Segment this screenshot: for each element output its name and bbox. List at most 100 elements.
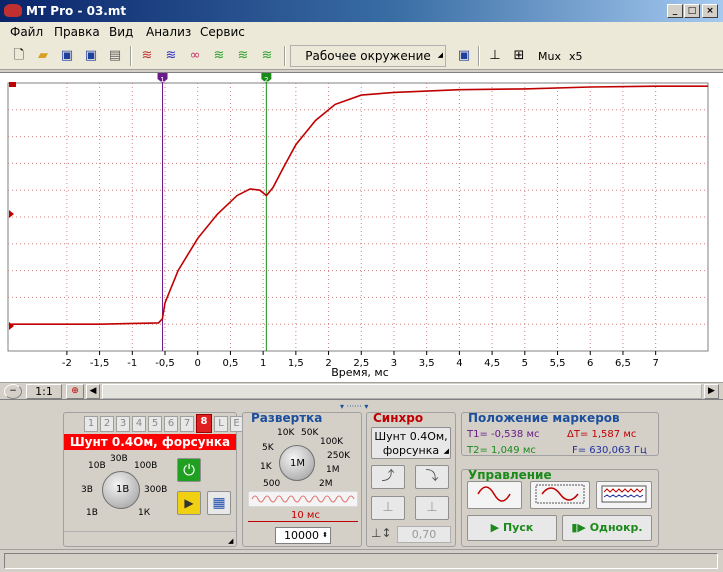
- channel-button-8[interactable]: 8: [196, 414, 212, 433]
- save-environment-icon[interactable]: ▣: [455, 47, 473, 65]
- x-tick-label: 4: [456, 358, 462, 369]
- print-icon[interactable]: ▤: [106, 47, 124, 65]
- sync-panel: Синхро Шунт 0.4Ом, форсунка ◢ ⤴ ⤵ ⊥ ⊥ ⊥↕ …: [366, 411, 456, 547]
- zoom-in-icon[interactable]: ⊕: [66, 384, 84, 399]
- marker-2-label: 2: [264, 76, 268, 84]
- menu-edit[interactable]: Правка: [54, 25, 100, 39]
- channel-button-6[interactable]: 6: [164, 416, 178, 432]
- control-panel: Управление ▶ Пуск ▮▶ Однокр.: [461, 468, 659, 547]
- menu-file[interactable]: Файл: [10, 25, 43, 39]
- waves-mix-icon[interactable]: ≋: [162, 47, 180, 65]
- splitter-handle[interactable]: ▾ ······ ▾: [340, 402, 368, 411]
- x-tick-label: 1,5: [288, 358, 304, 369]
- trigger-mode-b-icon[interactable]: ⊥: [415, 496, 449, 520]
- sync-source-button[interactable]: Шунт 0.4Ом, форсунка ◢: [371, 427, 451, 459]
- menu-view[interactable]: Вид: [109, 25, 133, 39]
- zoom-out-icon[interactable]: −: [4, 384, 22, 399]
- x5-label[interactable]: x5: [569, 50, 583, 63]
- save-as-icon[interactable]: ▣: [82, 47, 100, 65]
- maximize-button[interactable]: □: [684, 4, 700, 18]
- trigger-rising-icon[interactable]: ⤴: [371, 465, 405, 489]
- trigger-level-icon[interactable]: ⊥↕: [371, 526, 393, 544]
- time-scrollbar[interactable]: − 1:1 ⊕ ◀ ▶: [0, 382, 723, 399]
- markers-title: Положение маркеров: [468, 411, 620, 425]
- trigger-falling-icon[interactable]: ⤵: [415, 465, 449, 489]
- samples-value: 10000: [284, 529, 319, 542]
- timebase-label-2m: 2M: [319, 479, 333, 489]
- oscillogram-plot[interactable]: -2 -1,5 -1 -0,5 0 0,5 1 1,5 2 2,5 3 3,5 4 4,5 5 5,5 6 6,5…: [0, 72, 723, 382]
- channel-top-marker[interactable]: [9, 82, 16, 87]
- play-filter-icon[interactable]: ▶: [177, 491, 201, 515]
- channel-button-3[interactable]: 3: [116, 416, 130, 432]
- timebase-label-1k: 1K: [260, 462, 272, 472]
- waves-marker2-icon[interactable]: ≋: [258, 47, 276, 65]
- x-tick-label: 5: [522, 358, 528, 369]
- environment-dropdown[interactable]: Рабочее окружение ◢: [290, 45, 446, 67]
- timebase-label-50k: 50K: [301, 428, 319, 438]
- samples-spin-icon[interactable]: ⬍: [322, 528, 328, 543]
- new-file-icon[interactable]: 🗋: [10, 47, 28, 65]
- trigger-mode-a-icon[interactable]: ⊥: [371, 496, 405, 520]
- x-axis-label: Время, мс: [331, 366, 389, 379]
- scroll-thumb[interactable]: [102, 384, 702, 399]
- single-label: Однокр.: [589, 521, 643, 534]
- dropdown-arrow-icon: ◢: [437, 51, 443, 59]
- marker-t1: T1= -0,538 мс: [467, 429, 540, 440]
- power-icon[interactable]: ⏻: [177, 458, 201, 482]
- trigger-level-input[interactable]: 0,70: [397, 526, 451, 543]
- timebase-label-500: 500: [263, 479, 281, 489]
- timebase-label-100k: 100K: [320, 437, 344, 447]
- channel-button-l[interactable]: L: [214, 416, 228, 432]
- channel-expand-icon[interactable]: ◢: [228, 537, 233, 545]
- align-icon[interactable]: ⊞: [510, 47, 528, 65]
- x-tick-label: -2: [62, 358, 72, 369]
- timebase-label-5k: 5K: [262, 443, 274, 453]
- plot-canvas[interactable]: -2 -1,5 -1 -0,5 0 0,5 1 1,5 2 2,5 3 3,5 4 4,5 5 5,5 6 6,5…: [0, 73, 723, 383]
- toolbar-separator: [130, 46, 132, 66]
- waves-check-icon[interactable]: ≋: [210, 47, 228, 65]
- measure-icon[interactable]: ⊥: [486, 47, 504, 65]
- close-button[interactable]: ×: [702, 4, 718, 18]
- channel-button-4[interactable]: 4: [132, 416, 146, 432]
- zoom-ratio[interactable]: 1:1: [26, 384, 62, 399]
- x-tick-label: 3: [391, 358, 397, 369]
- channel-button-1[interactable]: 1: [84, 416, 98, 432]
- single-button[interactable]: ▮▶ Однокр.: [562, 515, 652, 541]
- start-button[interactable]: ▶ Пуск: [467, 515, 557, 541]
- trigger-level-value: 0,70: [411, 528, 437, 541]
- save-icon[interactable]: ▣: [58, 47, 76, 65]
- samples-input[interactable]: 10000 ⬍: [275, 527, 331, 544]
- waves-icon[interactable]: ≋: [138, 47, 156, 65]
- channel-button-2[interactable]: 2: [100, 416, 114, 432]
- mode-recorder-button[interactable]: [596, 481, 652, 509]
- markers-panel: Положение маркеров T1= -0,538 мс T2= 1,0…: [461, 411, 659, 456]
- status-bar: [0, 549, 723, 572]
- scroll-right-icon[interactable]: ▶: [704, 384, 719, 399]
- channel-name: Шунт 0.4Ом, форсунка: [64, 434, 236, 450]
- title-bar: MT Pro - 03.mt _ □ ×: [0, 0, 723, 22]
- menu-analysis[interactable]: Анализ: [146, 25, 191, 39]
- mode-window-button[interactable]: [530, 481, 590, 509]
- scroll-left-icon[interactable]: ◀: [86, 384, 100, 399]
- waves-overlay-icon[interactable]: ∞: [186, 47, 204, 65]
- x-tick-label: 0,5: [222, 358, 238, 369]
- channel-panel-footer: [64, 531, 236, 547]
- channel-button-5[interactable]: 5: [148, 416, 162, 432]
- mode-continuous-button[interactable]: [467, 481, 522, 509]
- channel-panel: 1 2 3 4 5 6 7 8 L E Шунт 0.4Ом, форсунка…: [63, 412, 243, 547]
- x-tick-label: 6: [587, 358, 593, 369]
- mux-label[interactable]: Mux: [538, 50, 561, 63]
- calculator-icon[interactable]: ▦: [207, 491, 231, 515]
- sync-dropdown-icon: ◢: [443, 447, 449, 455]
- open-folder-icon[interactable]: ▰: [34, 47, 52, 65]
- x-tick-label: 0: [195, 358, 201, 369]
- toolbar: 🗋 ▰ ▣ ▣ ▤ ≋ ≋ ∞ ≋ ≋ ≋ Рабочее окружение …: [0, 42, 723, 70]
- toolbar-separator: [478, 46, 480, 66]
- menu-service[interactable]: Сервис: [200, 25, 245, 39]
- x-tick-label: -1: [127, 358, 137, 369]
- start-label: Пуск: [502, 521, 534, 534]
- waves-marker1-icon[interactable]: ≋: [234, 47, 252, 65]
- channel-button-7[interactable]: 7: [180, 416, 194, 432]
- toolbar-separator: [284, 46, 286, 66]
- minimize-button[interactable]: _: [667, 4, 683, 18]
